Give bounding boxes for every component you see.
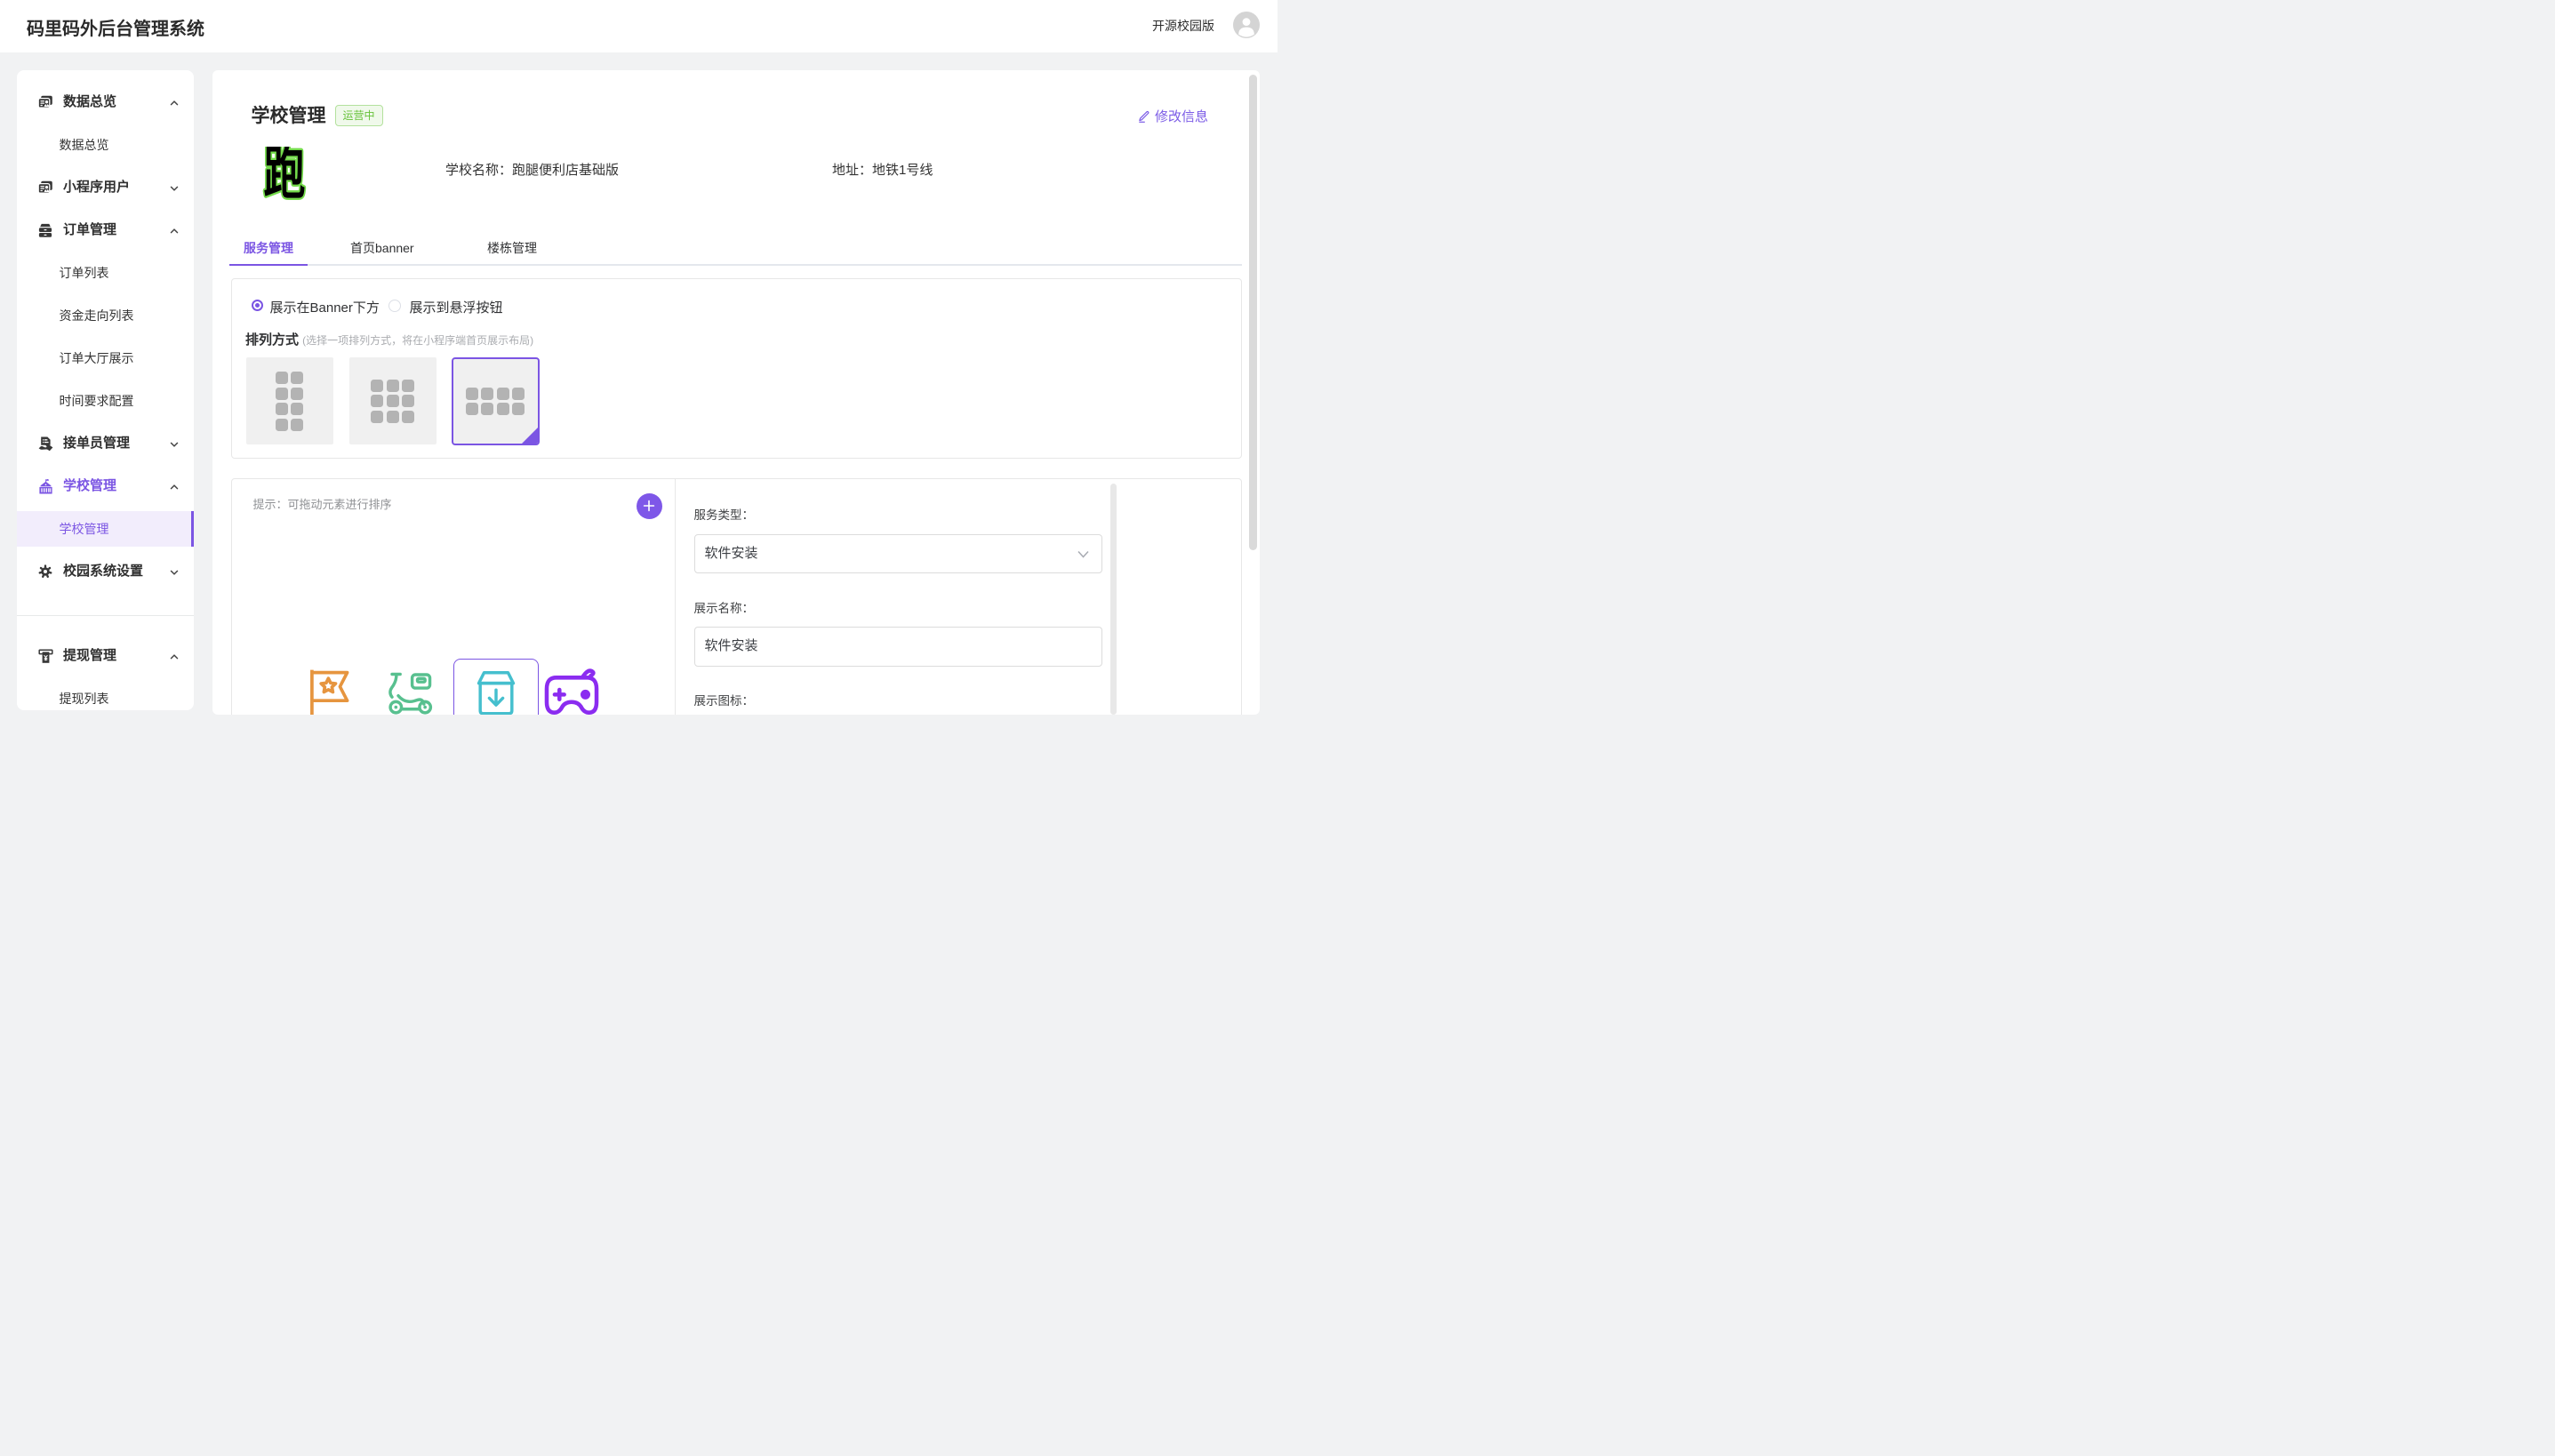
- svg-text:跑: 跑: [263, 147, 305, 202]
